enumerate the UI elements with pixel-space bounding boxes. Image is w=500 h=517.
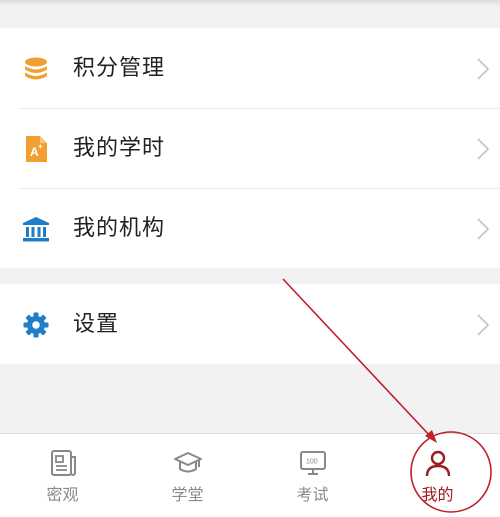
- menu-item-study-hours[interactable]: A + 我的学时: [0, 108, 500, 188]
- chevron-right-icon: [477, 138, 490, 160]
- menu-item-label: 设置: [73, 312, 120, 337]
- tab-news[interactable]: 密观: [0, 434, 125, 517]
- chevron-right-icon: [477, 58, 490, 80]
- study-hours-doc-icon: A +: [22, 135, 50, 163]
- menu-item-label: 积分管理: [73, 56, 166, 81]
- tab-label: 学堂: [171, 485, 204, 504]
- institution-building-icon: [22, 215, 50, 243]
- tab-school[interactable]: 学堂: [125, 434, 250, 517]
- newspaper-icon: [50, 450, 76, 476]
- chevron-right-icon: [477, 314, 490, 336]
- tab-label: 我的: [421, 485, 454, 504]
- exam-screen-icon: 100: [299, 451, 326, 475]
- menu-group: 积分管理 A + 我的学时 我的机构: [0, 28, 500, 268]
- coins-stack-icon: [22, 55, 50, 83]
- menu-item-settings[interactable]: 设置: [0, 284, 500, 364]
- person-icon: [425, 450, 450, 477]
- graduation-cap-icon: [173, 452, 202, 473]
- chevron-right-icon: [477, 218, 490, 240]
- menu-item-points[interactable]: 积分管理: [0, 28, 500, 108]
- settings-group: 设置: [0, 284, 500, 364]
- svg-text:100: 100: [306, 459, 318, 466]
- tab-label: 考试: [296, 485, 329, 504]
- menu-item-label: 我的学时: [73, 136, 166, 161]
- svg-text:+: +: [38, 142, 43, 151]
- gear-icon: [22, 311, 50, 339]
- tab-mine[interactable]: 我的: [375, 434, 500, 517]
- bottom-tab-bar: 密观 学堂 100 考试 我的: [0, 433, 500, 517]
- tab-label: 密观: [46, 485, 79, 504]
- top-strip: [0, 0, 500, 28]
- menu-item-institution[interactable]: 我的机构: [0, 188, 500, 268]
- tab-exam[interactable]: 100 考试: [250, 434, 375, 517]
- menu-item-label: 我的机构: [73, 216, 166, 241]
